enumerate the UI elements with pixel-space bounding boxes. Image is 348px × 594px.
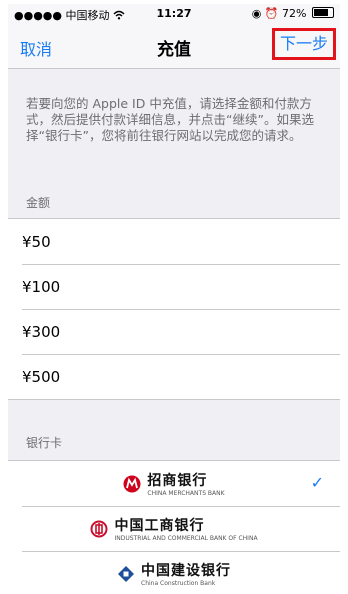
instructions-text: 若要向您的 Apple ID 中充值，请选择金额和付款方式，然后提供付款详细信息… [26, 96, 314, 143]
ccb-logo-icon [118, 565, 134, 582]
amount-option-50[interactable]: ¥50 [8, 219, 340, 264]
bank-option-ccb[interactable]: 中国建设银行 China Construction Bank [8, 551, 340, 592]
battery-icon [312, 7, 334, 18]
amount-label: ¥50 [22, 232, 51, 251]
icbc-logo: 中国工商银行 INDUSTRIAL AND COMMERCIAL BANK OF… [90, 515, 258, 542]
amount-option-500[interactable]: ¥500 [8, 354, 340, 399]
checkmark-icon: ✓ [310, 473, 324, 492]
amount-list: ¥50 ¥100 ¥300 ¥500 [8, 218, 340, 400]
battery-area: ◉ ⏰ 72% [252, 7, 334, 20]
cmb-logo: 招商银行 CHINA MERCHANTS BANK [123, 470, 225, 497]
ccb-logo: 中国建设银行 China Construction Bank [117, 560, 231, 587]
navigation-bar: 取消 充值 下一步 [8, 24, 340, 69]
amount-option-100[interactable]: ¥100 [8, 264, 340, 309]
bank-option-cmb[interactable]: 招商银行 CHINA MERCHANTS BANK ✓ [8, 461, 340, 506]
icbc-logo-icon [90, 520, 108, 537]
bank-list: 招商银行 CHINA MERCHANTS BANK ✓ 中国工商银行 INDUS… [8, 460, 340, 592]
amount-section-header: 金额 [26, 196, 51, 210]
amount-label: ¥100 [22, 277, 61, 296]
bank-subtitle: INDUSTRIAL AND COMMERCIAL BANK OF CHINA [114, 535, 258, 542]
bank-subtitle: CHINA MERCHANTS BANK [147, 490, 225, 497]
amount-option-300[interactable]: ¥300 [8, 309, 340, 354]
bank-subtitle: China Construction Bank [141, 580, 216, 587]
lock-rotation-icon: ◉ [251, 7, 262, 20]
bank-name: 招商银行 [147, 473, 208, 489]
bank-name: 中国建设银行 [141, 563, 231, 579]
next-step-button[interactable]: 下一步 [272, 28, 336, 60]
status-bar: ●●●●● 中国移动 11:27 ◉ ⏰ 72% [8, 4, 340, 24]
battery-percent: 72% [282, 7, 307, 20]
phone-screen: ●●●●● 中国移动 11:27 ◉ ⏰ 72% 取消 充值 下一步 若要向您的… [8, 4, 340, 592]
cmb-logo-icon [123, 475, 141, 492]
amount-label: ¥500 [22, 367, 61, 386]
amount-label: ¥300 [22, 322, 61, 341]
alarm-icon: ⏰ [264, 7, 279, 20]
bank-section-header: 银行卡 [26, 436, 63, 450]
bank-name: 中国工商银行 [114, 518, 205, 534]
bank-option-icbc[interactable]: 中国工商银行 INDUSTRIAL AND COMMERCIAL BANK OF… [8, 506, 340, 551]
